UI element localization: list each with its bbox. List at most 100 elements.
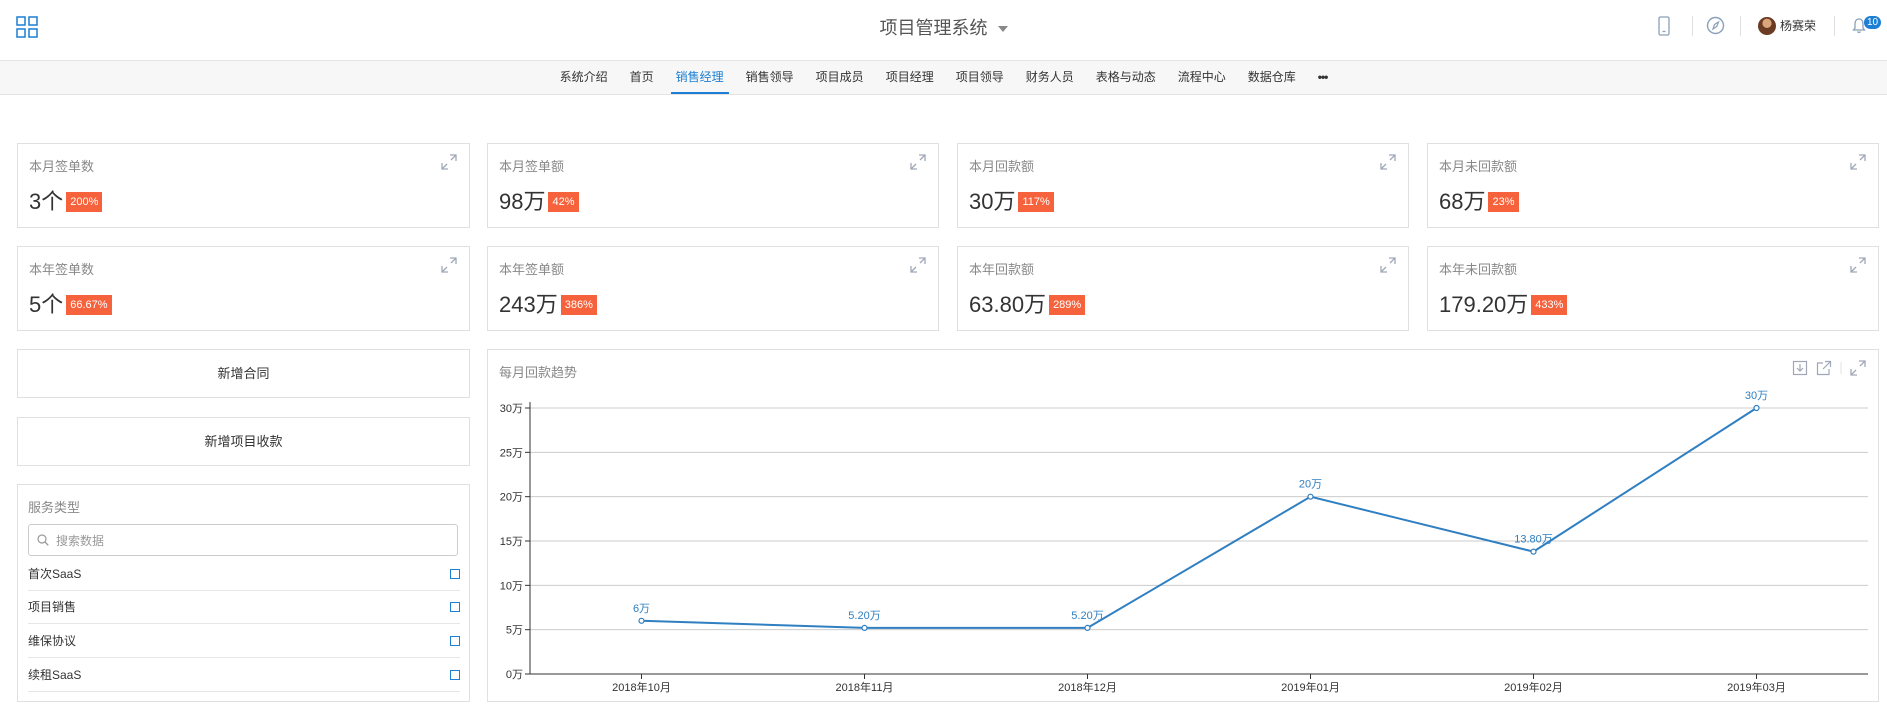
series-line: [641, 407, 1758, 629]
option-checkbox[interactable]: [450, 670, 460, 680]
stat-value: 68万 23%: [1439, 184, 1519, 216]
top-bar: 项目管理系统 杨赛荣 10: [0, 0, 1887, 61]
search-icon: [37, 534, 49, 546]
data-label: 5.20万: [1071, 610, 1103, 622]
stat-value-text: 243万: [499, 292, 558, 317]
stat-card: 本月未回款额 68万 23%: [1427, 143, 1879, 228]
y-tick-label: 10万: [500, 580, 523, 592]
data-point: [1530, 548, 1537, 555]
divider: [1834, 16, 1835, 36]
mobile-icon[interactable]: [1658, 16, 1670, 36]
y-tick-label: 15万: [500, 536, 523, 548]
x-tick-label: 2019年01月: [1281, 680, 1340, 694]
data-point: [1084, 624, 1091, 631]
expand-icon[interactable]: [1850, 257, 1866, 273]
x-tick-label: 2018年10月: [612, 680, 671, 694]
stat-label: 本月签单额: [499, 159, 565, 174]
filter-title: 服务类型: [28, 500, 81, 515]
stat-value: 63.80万 289%: [969, 287, 1086, 319]
stat-label: 本年回款额: [969, 262, 1035, 277]
expand-icon[interactable]: [910, 154, 926, 170]
data-label: 13.80万: [1514, 534, 1553, 546]
search-input[interactable]: [54, 525, 453, 557]
nav-item-process-center[interactable]: 流程中心: [1167, 61, 1237, 94]
stat-label: 本年未回款额: [1439, 262, 1518, 277]
option-checkbox[interactable]: [450, 636, 460, 646]
data-label: 5.20万: [848, 610, 880, 622]
service-type-filter: 服务类型 首次SaaS 项目销售 维保协议 续租SaaS: [17, 484, 470, 702]
stat-card: 本年回款额 63.80万 289%: [957, 246, 1409, 331]
x-tick-label: 2018年12月: [1058, 680, 1117, 694]
chevron-down-icon: [997, 26, 1008, 33]
stat-value: 98万 42%: [499, 184, 579, 216]
nav-item-intro[interactable]: 系统介绍: [549, 61, 619, 94]
option-label: 项目销售: [28, 600, 77, 614]
list-item[interactable]: 续租SaaS: [28, 659, 460, 692]
search-box: [28, 524, 458, 557]
app-title-text: 项目管理系统: [879, 18, 988, 38]
nav-item-project-leader[interactable]: 项目领导: [945, 61, 1015, 94]
app-title[interactable]: 项目管理系统: [0, 14, 1887, 40]
stat-value: 5个 66.67%: [29, 287, 112, 319]
stat-label: 本月回款额: [969, 159, 1035, 174]
username: 杨赛荣: [1780, 19, 1817, 34]
user-menu[interactable]: 杨赛荣: [1758, 17, 1816, 35]
stat-value-text: 179.20万: [1439, 292, 1529, 317]
percent-badge: 117%: [1018, 192, 1054, 212]
nav-item-data-warehouse[interactable]: 数据仓库: [1237, 61, 1307, 94]
y-tick-label: 25万: [500, 447, 523, 459]
stat-label: 本月签单数: [29, 159, 95, 174]
x-tick-label: 2018年11月: [836, 680, 894, 694]
data-label: 30万: [1745, 390, 1768, 402]
list-item[interactable]: 项目销售: [28, 591, 460, 624]
stat-card: 本年签单数 5个 66.67%: [17, 246, 470, 331]
add-contract-button[interactable]: 新增合同: [17, 349, 470, 398]
stat-value: 30万 117%: [969, 184, 1054, 216]
stat-value-text: 68万: [1439, 189, 1486, 214]
percent-badge: 42%: [548, 192, 579, 212]
compass-icon[interactable]: [1706, 16, 1725, 35]
stat-value-text: 5个: [29, 292, 64, 317]
stat-card: 本月签单数 3个 200%: [17, 143, 470, 228]
expand-icon[interactable]: [441, 154, 457, 170]
expand-icon[interactable]: [1850, 154, 1866, 170]
data-label: 20万: [1299, 479, 1322, 491]
stat-value-text: 98万: [499, 189, 546, 214]
nav-item-project-manager[interactable]: 项目经理: [875, 61, 945, 94]
stat-value: 243万 386%: [499, 287, 597, 319]
notification-count-badge: 10: [1864, 16, 1882, 29]
expand-icon[interactable]: [910, 257, 926, 273]
percent-badge: 433%: [1531, 295, 1568, 315]
expand-icon[interactable]: [1380, 154, 1396, 170]
stat-card: 本年签单额 243万 386%: [487, 246, 939, 331]
notifications[interactable]: 10: [1852, 16, 1882, 40]
percent-badge: 66.67%: [66, 295, 112, 315]
payment-trend-chart-card: 每月回款趋势 0万 5万 10万 15万 20万 25万 30万 2018年10月 2018年1…: [487, 349, 1879, 702]
line-chart: 0万 5万 10万 15万 20万 25万 30万 2018年10月 2018年11月 2018年…: [500, 390, 1868, 694]
data-label: 6万: [633, 603, 650, 615]
nav-item-sales-manager[interactable]: 销售经理: [665, 61, 735, 94]
percent-badge: 23%: [1488, 192, 1519, 212]
main-nav: 系统介绍 首页 销售经理 销售领导 项目成员 项目经理 项目领导 财务人员 表格与动态 流程中心数…: [0, 61, 1887, 95]
nav-item-more[interactable]: •••: [1307, 61, 1339, 94]
stat-value-text: 3个: [29, 189, 64, 214]
add-payment-button[interactable]: 新增项目收款: [17, 417, 470, 466]
expand-icon[interactable]: [1380, 257, 1396, 273]
stat-label: 本年签单额: [499, 262, 565, 277]
y-tick-label: 20万: [500, 492, 523, 504]
nav-item-sales-leader[interactable]: 销售领导: [735, 61, 805, 94]
stat-value: 3个 200%: [29, 184, 103, 216]
nav-item-tables-feed[interactable]: 表格与动态: [1085, 61, 1167, 94]
nav-item-home[interactable]: 首页: [619, 61, 665, 94]
nav-item-finance[interactable]: 财务人员: [1015, 61, 1085, 94]
y-tick-label: 30万: [500, 403, 523, 415]
nav-item-project-member[interactable]: 项目成员: [805, 61, 875, 94]
stat-value-text: 63.80万: [969, 292, 1047, 317]
option-checkbox[interactable]: [450, 602, 460, 612]
expand-icon[interactable]: [441, 257, 457, 273]
list-item[interactable]: 首次SaaS: [28, 558, 460, 591]
option-label: 维保协议: [28, 634, 77, 648]
option-checkbox[interactable]: [450, 569, 460, 579]
list-item[interactable]: 维保协议: [28, 625, 460, 658]
avatar: [1758, 17, 1776, 35]
